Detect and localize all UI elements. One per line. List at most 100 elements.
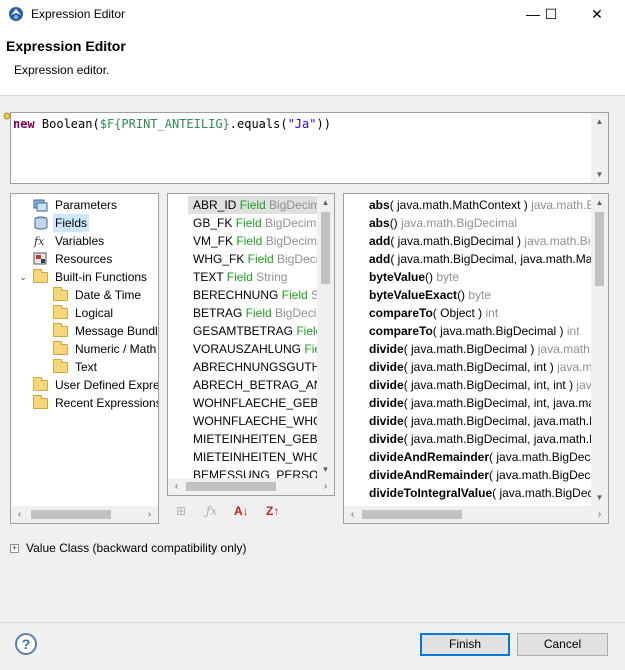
field-list-item[interactable]: WHG_FK Field BigDecimal bbox=[188, 250, 317, 268]
methods-hscroll-thumb[interactable] bbox=[362, 510, 462, 519]
scroll-left-icon[interactable]: ‹ bbox=[11, 506, 28, 523]
help-icon[interactable]: ? bbox=[15, 633, 37, 655]
tree-item[interactable]: User Defined Expres bbox=[11, 376, 158, 394]
sort-za-pin-icon[interactable]: Z↑ bbox=[266, 504, 279, 518]
scroll-right-icon[interactable]: › bbox=[591, 506, 608, 523]
field-list-item[interactable]: WOHNFLAECHE_GEB Field bbox=[188, 394, 317, 412]
tree-item[interactable]: Resources bbox=[11, 250, 158, 268]
tree-item[interactable]: Recent Expressions bbox=[11, 394, 158, 412]
methods-hscrollbar[interactable]: ‹ › bbox=[344, 506, 608, 523]
field-list-item[interactable]: VORAUSZAHLUNG Field bbox=[188, 340, 317, 358]
field-list-item[interactable]: WOHNFLAECHE_WHG Field bbox=[188, 412, 317, 430]
scroll-left-icon[interactable]: ‹ bbox=[168, 478, 185, 495]
method-list-item[interactable]: divideAndRemainder( java.math.BigDecimal… bbox=[369, 466, 592, 484]
field-type: BigDecimal bbox=[265, 216, 317, 230]
expression-vscrollbar[interactable]: ▲ ▼ bbox=[591, 113, 608, 183]
function-icon[interactable]: ƒx bbox=[206, 504, 217, 518]
fields-list[interactable]: ABR_ID Field BigDecimalGB_FK Field BigDe… bbox=[167, 193, 335, 496]
method-list-item[interactable]: divide( java.math.BigDecimal, int, int )… bbox=[369, 376, 592, 394]
scroll-down-icon[interactable]: ▼ bbox=[317, 461, 334, 478]
field-list-item[interactable]: TEXT Field String bbox=[188, 268, 317, 286]
methods-vscroll-thumb[interactable] bbox=[595, 212, 604, 286]
field-list-item[interactable]: GB_FK Field BigDecimal bbox=[188, 214, 317, 232]
scroll-right-icon[interactable]: › bbox=[141, 506, 158, 523]
field-list-item[interactable]: BETRAG Field BigDecimal bbox=[188, 304, 317, 322]
field-list-item[interactable]: MIETEINHEITEN_GEB Field bbox=[188, 430, 317, 448]
method-list-item[interactable]: divide( java.math.BigDecimal, int ) java… bbox=[369, 358, 592, 376]
expr-string-literal: "Ja" bbox=[287, 117, 317, 131]
insert-field-icon[interactable]: ⊞ bbox=[176, 504, 186, 518]
scroll-up-icon[interactable]: ▲ bbox=[591, 113, 608, 130]
tree-item[interactable]: Text bbox=[11, 358, 158, 376]
field-list-item[interactable]: ABR_ID Field BigDecimal bbox=[188, 196, 317, 214]
tree-item[interactable]: fx Variables bbox=[11, 232, 158, 250]
field-list-item[interactable]: VM_FK Field BigDecimal bbox=[188, 232, 317, 250]
folder-icon bbox=[53, 323, 69, 338]
fields-hscrollbar[interactable]: ‹ › bbox=[168, 478, 334, 495]
finish-button[interactable]: Finish bbox=[420, 633, 510, 656]
tree-item-label: Variables bbox=[55, 234, 105, 248]
field-list-item[interactable]: ABRECH_BETRAG_ANTE bbox=[188, 376, 317, 394]
field-kind: Field bbox=[236, 198, 266, 212]
method-list-item[interactable]: abs( java.math.MathContext ) java.math.B… bbox=[369, 196, 592, 214]
method-list-item[interactable]: add( java.math.BigDecimal ) java.math.Bi… bbox=[369, 232, 592, 250]
field-type: BigDecimal bbox=[275, 306, 317, 320]
expression-text-area[interactable]: new Boolean($F{PRINT_ANTEILIG}.equals("J… bbox=[10, 112, 609, 184]
method-name: abs bbox=[369, 216, 390, 230]
method-list-item[interactable]: compareTo( Object ) int bbox=[369, 304, 592, 322]
tree-item-label: Resources bbox=[55, 252, 113, 266]
method-args: ( java.math.BigDecimal, int, int ) bbox=[403, 378, 574, 392]
methods-vscrollbar[interactable]: ▲ ▼ bbox=[591, 194, 608, 506]
tree-item-label: Fields bbox=[53, 214, 90, 232]
maximize-button[interactable]: ☐ bbox=[528, 0, 574, 28]
tree-item[interactable]: Logical bbox=[11, 304, 158, 322]
tree-item[interactable]: Fields bbox=[11, 214, 158, 232]
expand-icon[interactable]: + bbox=[10, 544, 19, 553]
tree-hscroll-thumb[interactable] bbox=[31, 510, 111, 519]
field-list-item[interactable]: GESAMTBETRAG Field BigDecimal bbox=[188, 322, 317, 340]
method-list-item[interactable]: byteValueExact() byte bbox=[369, 286, 592, 304]
method-args: ( java.math.BigDecimal, int ) bbox=[403, 360, 554, 374]
method-list-item[interactable]: divide( java.math.BigDecimal, java.math.… bbox=[369, 430, 592, 448]
field-list-item[interactable]: MIETEINHEITEN_WHG Field bbox=[188, 448, 317, 466]
field-kind: Field bbox=[296, 324, 317, 338]
category-tree[interactable]: Parameters Fields fx Variables Resources ⌄ Bui… bbox=[10, 193, 159, 524]
method-list-item[interactable]: byteValue() byte bbox=[369, 268, 592, 286]
field-list-item[interactable]: BERECHNUNG Field String bbox=[188, 286, 317, 304]
scroll-down-icon[interactable]: ▼ bbox=[591, 489, 608, 506]
method-list-item[interactable]: compareTo( java.math.BigDecimal ) int bbox=[369, 322, 592, 340]
sort-az-icon[interactable]: A↓ bbox=[234, 504, 249, 518]
field-list-item[interactable]: ABRECHNUNGSGUTHA bbox=[188, 358, 317, 376]
method-list-item[interactable]: abs() java.math.BigDecimal bbox=[369, 214, 592, 232]
cancel-button[interactable]: Cancel bbox=[517, 633, 608, 656]
method-list-item[interactable]: divideToIntegralValue( java.math.BigDeci… bbox=[369, 484, 592, 502]
tree-item[interactable]: Numeric / Math bbox=[11, 340, 158, 358]
scroll-down-icon[interactable]: ▼ bbox=[591, 166, 608, 183]
fields-hscroll-thumb[interactable] bbox=[186, 482, 276, 491]
method-list-item[interactable]: divideAndRemainder( java.math.BigDecimal… bbox=[369, 448, 592, 466]
svg-text:fx: fx bbox=[33, 235, 45, 248]
method-name: compareTo bbox=[369, 324, 433, 338]
scroll-right-icon[interactable]: › bbox=[317, 478, 334, 495]
field-kind: Field bbox=[278, 288, 308, 302]
fields-vscroll-thumb[interactable] bbox=[321, 212, 330, 284]
tree-hscrollbar[interactable]: ‹ › bbox=[11, 506, 158, 523]
tree-item[interactable]: ⌄ Built-in Functions bbox=[11, 268, 158, 286]
close-button[interactable]: ✕ bbox=[574, 0, 620, 28]
tree-item[interactable]: Parameters bbox=[11, 196, 158, 214]
tree-item[interactable]: Date & Time bbox=[11, 286, 158, 304]
scroll-left-icon[interactable]: ‹ bbox=[344, 506, 361, 523]
method-name: add bbox=[369, 252, 391, 266]
tree-expander-icon[interactable]: ⌄ bbox=[17, 268, 29, 286]
method-list-item[interactable]: divide( java.math.BigDecimal, int, java.… bbox=[369, 394, 592, 412]
methods-list[interactable]: abs( java.math.MathContext ) java.math.B… bbox=[343, 193, 609, 524]
method-list-item[interactable]: divide( java.math.BigDecimal ) java.math… bbox=[369, 340, 592, 358]
method-list-item[interactable]: divide( java.math.BigDecimal, java.math.… bbox=[369, 412, 592, 430]
value-class-label[interactable]: Value Class (backward compatibility only… bbox=[26, 541, 247, 555]
tree-item[interactable]: Message Bundle bbox=[11, 322, 158, 340]
folder-icon bbox=[53, 359, 69, 374]
fields-vscrollbar[interactable]: ▲ ▼ bbox=[317, 194, 334, 478]
scroll-up-icon[interactable]: ▲ bbox=[591, 194, 608, 211]
method-list-item[interactable]: add( java.math.BigDecimal, java.math.Mat… bbox=[369, 250, 592, 268]
scroll-up-icon[interactable]: ▲ bbox=[317, 194, 334, 211]
